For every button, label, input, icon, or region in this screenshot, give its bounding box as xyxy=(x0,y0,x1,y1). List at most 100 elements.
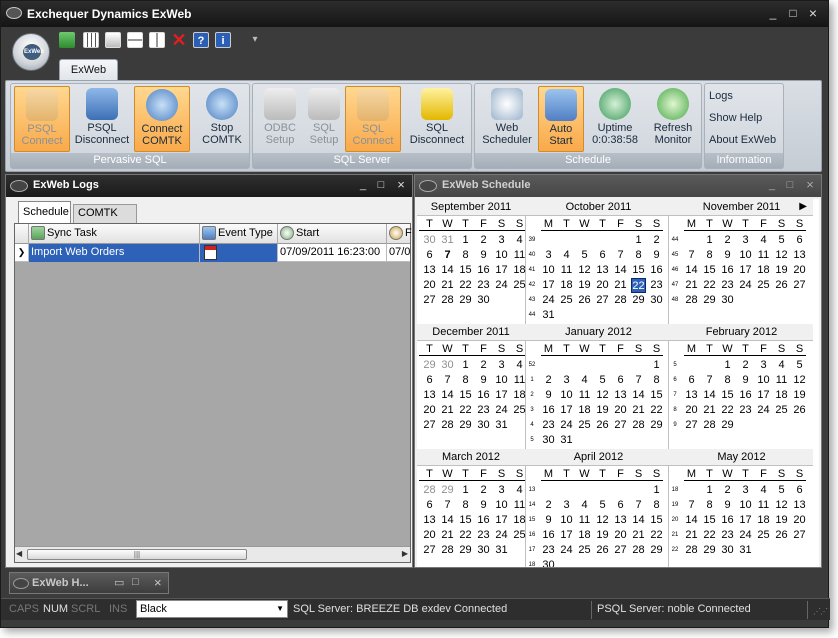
calendar-day[interactable]: 16 xyxy=(541,403,556,418)
calendar-day[interactable]: 31 xyxy=(541,308,556,323)
docked-maximize-icon[interactable]: □ xyxy=(132,576,139,588)
calendar-day[interactable]: 27 xyxy=(684,418,699,433)
web-scheduler-button[interactable]: Web Scheduler xyxy=(479,86,535,152)
calendar-day[interactable]: 15 xyxy=(649,513,664,528)
calendar-day[interactable]: 23 xyxy=(541,418,556,433)
calendar-day[interactable]: 9 xyxy=(720,498,735,513)
odbc-setup-button[interactable]: ODBC Setup xyxy=(255,86,305,152)
calendar-day[interactable]: 18 xyxy=(559,278,574,293)
calendar-day[interactable]: 20 xyxy=(422,403,437,418)
auto-start-button[interactable]: Auto Start xyxy=(538,86,584,152)
calendar-day[interactable]: 9 xyxy=(476,248,491,263)
calendar-day[interactable]: 25 xyxy=(512,278,527,293)
calendar-day[interactable]: 4 xyxy=(512,483,527,498)
calendar-day[interactable]: 20 xyxy=(613,403,628,418)
calendar-day[interactable]: 4 xyxy=(756,233,771,248)
calendar-day[interactable]: 31 xyxy=(440,233,455,248)
calendar-day[interactable]: 12 xyxy=(595,388,610,403)
calendar-day[interactable]: 23 xyxy=(476,278,491,293)
calendar-day[interactable]: 4 xyxy=(512,358,527,373)
calendar-day[interactable]: 2 xyxy=(649,233,664,248)
calendar-day[interactable]: 14 xyxy=(702,388,717,403)
calendar-day[interactable]: 14 xyxy=(684,513,699,528)
table-row[interactable]: ❯ Import Web Orders 07/09/2011 16:23:00 … xyxy=(15,244,410,262)
calendar-day[interactable]: 29 xyxy=(458,418,473,433)
calendar-day[interactable]: 1 xyxy=(649,358,664,373)
calendar-day[interactable]: 3 xyxy=(559,498,574,513)
calendar-day[interactable]: 30 xyxy=(649,293,664,308)
calendar-day[interactable]: 4 xyxy=(512,233,527,248)
calendar-day[interactable]: 20 xyxy=(422,278,437,293)
calendar-day[interactable]: 25 xyxy=(774,403,789,418)
calendar-day[interactable]: 25 xyxy=(577,418,592,433)
calendar-day[interactable]: 26 xyxy=(774,278,789,293)
calendar-day[interactable]: 24 xyxy=(738,278,753,293)
calendar-day[interactable]: 22 xyxy=(720,403,735,418)
calendar-day[interactable]: 2 xyxy=(541,498,556,513)
calendar-day[interactable]: 9 xyxy=(476,373,491,388)
calendar-day[interactable]: 17 xyxy=(494,513,509,528)
calendar-day[interactable]: 4 xyxy=(774,358,789,373)
calendar-day[interactable]: 16 xyxy=(738,388,753,403)
calendar-day[interactable]: 20 xyxy=(613,528,628,543)
calendar-day[interactable]: 14 xyxy=(440,388,455,403)
calendar-day[interactable]: 8 xyxy=(649,498,664,513)
calendar-day[interactable]: 1 xyxy=(649,483,664,498)
calendar-day[interactable]: 9 xyxy=(541,513,556,528)
calendar-day[interactable]: 24 xyxy=(541,293,556,308)
docked-restore-icon[interactable]: ▭ xyxy=(114,576,124,589)
calendar-day[interactable]: 30 xyxy=(541,433,556,448)
calendar-day[interactable]: 14 xyxy=(440,513,455,528)
calendar-day[interactable]: 22 xyxy=(458,528,473,543)
sql-disconnect-button[interactable]: SQL Disconnect xyxy=(405,86,469,152)
calendar-day[interactable]: 2 xyxy=(541,373,556,388)
calendar-day[interactable]: 29 xyxy=(702,293,717,308)
calendar-day[interactable]: 24 xyxy=(756,403,771,418)
calendar-day[interactable]: 8 xyxy=(458,248,473,263)
scroll-left-arrow-icon[interactable]: ◀ xyxy=(16,549,22,558)
calendar-day[interactable]: 5 xyxy=(774,483,789,498)
calendar-day[interactable]: 29 xyxy=(422,358,437,373)
calendar-day[interactable]: 1 xyxy=(702,483,717,498)
calendar-day[interactable]: 27 xyxy=(422,543,437,558)
calendar-day[interactable]: 28 xyxy=(440,293,455,308)
calendar-day[interactable]: 9 xyxy=(541,388,556,403)
calendar-day[interactable]: 5 xyxy=(595,373,610,388)
calendar-day[interactable]: 18 xyxy=(774,388,789,403)
calendar-day[interactable]: 7 xyxy=(440,498,455,513)
calendar-day[interactable]: 1 xyxy=(702,233,717,248)
calendar-day[interactable]: 27 xyxy=(422,293,437,308)
calendar-day[interactable]: 10 xyxy=(756,373,771,388)
calendar-day[interactable]: 16 xyxy=(649,263,664,278)
calendar-day[interactable]: 17 xyxy=(559,403,574,418)
cell-start[interactable]: 07/09/2011 16:23:00 xyxy=(278,244,387,262)
calendar-day[interactable]: 26 xyxy=(774,528,789,543)
col-start[interactable]: Start xyxy=(278,224,387,244)
calendar-day[interactable]: 2 xyxy=(476,483,491,498)
calendar-day[interactable]: 3 xyxy=(541,248,556,263)
calendar-day[interactable]: 18 xyxy=(756,263,771,278)
calendar-day[interactable]: 20 xyxy=(792,513,807,528)
calendar-day[interactable]: 19 xyxy=(774,263,789,278)
calendar-day[interactable]: 20 xyxy=(684,403,699,418)
calendar-day[interactable]: 13 xyxy=(792,498,807,513)
sql-connect-button[interactable]: SQL Connect xyxy=(345,86,401,152)
calendar-day[interactable]: 8 xyxy=(649,373,664,388)
calendar-day[interactable]: 22 xyxy=(702,528,717,543)
calendar-day[interactable]: 6 xyxy=(684,373,699,388)
calendar-day[interactable]: 17 xyxy=(559,528,574,543)
logs-link[interactable]: Logs xyxy=(709,90,733,102)
calendar-day[interactable]: 25 xyxy=(756,278,771,293)
calendar-day[interactable]: 19 xyxy=(577,278,592,293)
calendar-day[interactable]: 30 xyxy=(720,543,735,558)
calendar-day[interactable]: 13 xyxy=(422,513,437,528)
calendar-day[interactable]: 10 xyxy=(738,498,753,513)
help-icon[interactable]: ? xyxy=(193,32,209,48)
calendar-day[interactable]: 13 xyxy=(595,263,610,278)
calendar-day[interactable]: 20 xyxy=(422,528,437,543)
calendar-day[interactable]: 22 xyxy=(702,278,717,293)
calendar-day[interactable]: 2 xyxy=(476,358,491,373)
calendar-day[interactable]: 29 xyxy=(458,293,473,308)
info-icon[interactable]: i xyxy=(215,32,231,48)
calendar-day[interactable]: 2 xyxy=(476,233,491,248)
